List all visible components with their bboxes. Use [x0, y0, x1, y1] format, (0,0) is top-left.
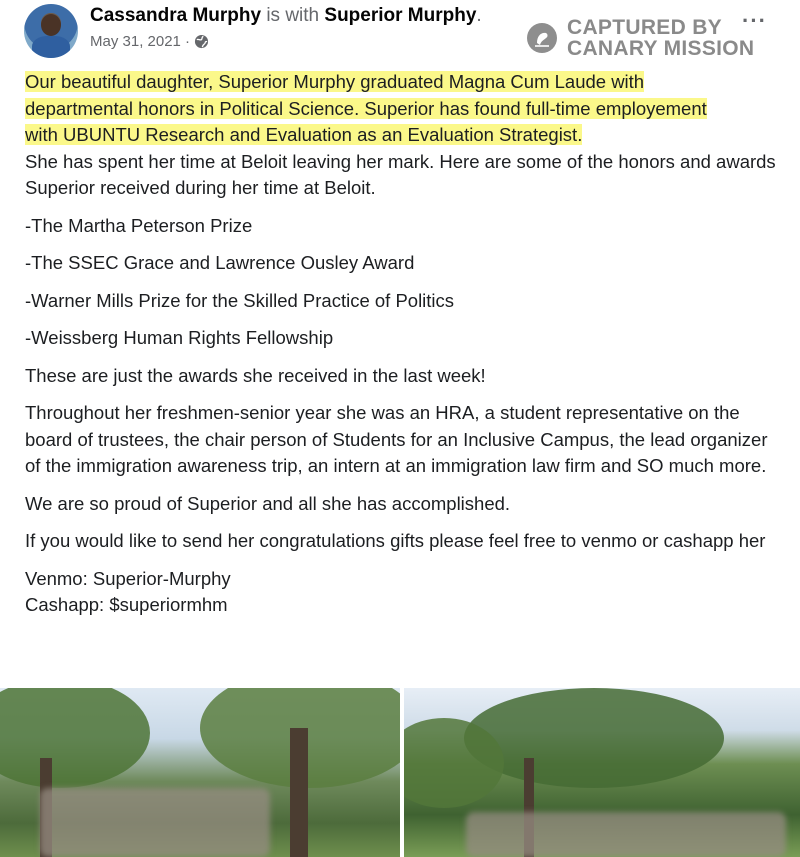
post-meta: May 31, 2021 ·	[90, 33, 209, 50]
watermark: CAPTURED BY CANARY MISSION	[527, 17, 754, 61]
post-paragraph: She has spent her time at Beloit leaving…	[25, 150, 776, 199]
tree-canopy	[0, 688, 150, 788]
post-header: Cassandra Murphy is with Superior Murphy…	[0, 0, 800, 66]
facebook-post: Cassandra Murphy is with Superior Murphy…	[0, 0, 800, 857]
photo-left[interactable]	[0, 688, 400, 857]
photo-right[interactable]	[404, 688, 800, 857]
highlight-line: with UBUNTU Research and Evaluation as a…	[25, 124, 583, 145]
post-date[interactable]: May 31, 2021 ·	[90, 33, 190, 50]
highlight-line: Our beautiful daughter, Superior Murphy …	[25, 71, 645, 92]
watermark-line2: CANARY MISSION	[567, 37, 755, 60]
award-item: -The SSEC Grace and Lawrence Ousley Awar…	[25, 252, 415, 273]
photo-grid	[0, 688, 800, 857]
cashapp-handle: Cashapp: $superiormhm	[25, 594, 228, 615]
with-text: is with	[266, 5, 320, 26]
award-item: -Warner Mills Prize for the Skilled Prac…	[25, 289, 455, 311]
tree-canopy	[464, 688, 724, 788]
post-paragraph: If you would like to send her congratula…	[25, 530, 766, 551]
more-options-icon[interactable]: ···	[742, 8, 767, 34]
watermark-text: CAPTURED BY CANARY MISSION	[567, 17, 754, 59]
tagged-name[interactable]: Superior Murphy	[324, 5, 476, 26]
watermark-line1: CAPTURED BY	[567, 16, 722, 39]
payment-info: Venmo: Superior-Murphy Cashapp: $superio…	[25, 566, 785, 619]
highlight-line: departmental honors in Political Science…	[25, 97, 707, 119]
avatar-shirt	[32, 36, 70, 58]
tree-trunk	[290, 728, 308, 857]
award-item: -Weissberg Human Rights Fellowship	[25, 327, 334, 348]
avatar-face	[41, 14, 61, 36]
award-item: -The Martha Peterson Prize	[25, 214, 253, 236]
post-paragraph: These are just the awards she received i…	[25, 364, 486, 386]
blurred-person	[466, 812, 786, 857]
highlighted-paragraph: Our beautiful daughter, Superior Murphy …	[25, 69, 785, 149]
blurred-person	[40, 788, 270, 857]
author-line: Cassandra Murphy is with Superior Murphy…	[90, 5, 482, 27]
avatar[interactable]	[24, 4, 78, 58]
post-body: Our beautiful daughter, Superior Murphy …	[25, 69, 785, 619]
post-paragraph: We are so proud of Superior and all she …	[25, 492, 511, 514]
venmo-handle: Venmo: Superior-Murphy	[25, 567, 231, 589]
canary-icon	[527, 23, 557, 53]
author-name[interactable]: Cassandra Murphy	[90, 5, 261, 26]
post-paragraph: Throughout her freshmen-senior year she …	[25, 402, 768, 476]
globe-icon	[195, 34, 209, 49]
tagged-suffix: .	[476, 5, 482, 26]
